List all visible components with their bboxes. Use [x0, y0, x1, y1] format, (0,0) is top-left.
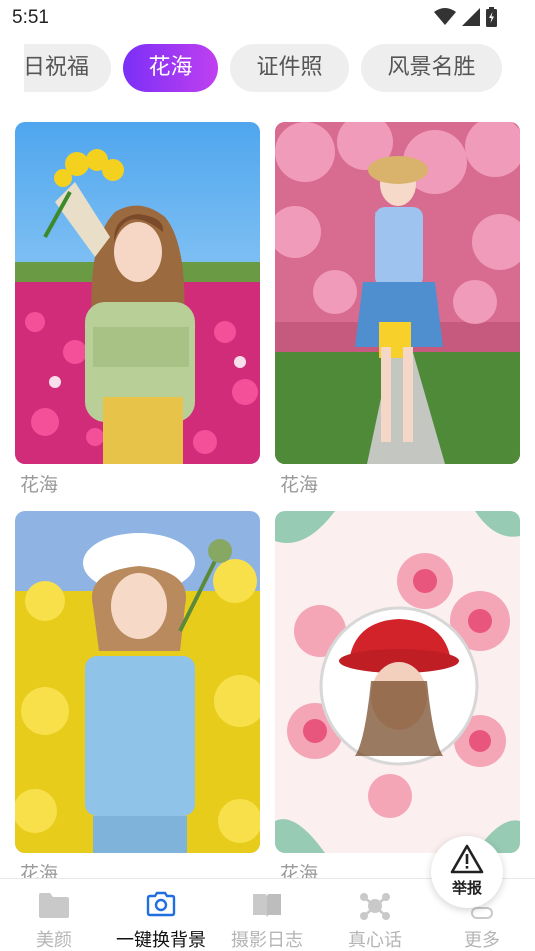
nav-label: 美颜 — [36, 930, 72, 951]
battery-icon — [486, 7, 497, 27]
category-tabs: 日祝福 花海 证件照 风景名胜 — [0, 44, 535, 94]
status-time: 5:51 — [12, 7, 49, 28]
nav-label: 真心话 — [348, 930, 402, 951]
book-icon — [253, 894, 281, 918]
nav-photo-journal[interactable]: 摄影日志 — [226, 879, 308, 951]
floral-frame-portrait-image — [275, 511, 520, 853]
more-icon — [471, 907, 493, 919]
template-thumbnail[interactable] — [275, 511, 520, 853]
molecule-icon — [360, 893, 390, 920]
tab-clip: 日祝福 — [24, 44, 111, 92]
template-caption: 花海 — [20, 474, 59, 496]
nav-label: 更多 — [464, 930, 500, 951]
cherry-blossom-girl-image — [275, 122, 520, 464]
report-button[interactable]: 举报 — [431, 836, 503, 908]
nav-label: 一键换背景 — [116, 930, 206, 951]
template-caption: 花海 — [280, 474, 319, 496]
rapeseed-field-girl-image — [15, 511, 260, 853]
tab-flower-sea[interactable]: 花海 — [123, 44, 218, 92]
tab-scenic-spots[interactable]: 风景名胜 — [361, 44, 502, 92]
camera-icon — [146, 891, 176, 917]
flower-field-girl-image — [15, 122, 260, 464]
tab-id-photo[interactable]: 证件照 — [230, 44, 349, 92]
status-icons — [434, 7, 497, 27]
wifi-icon — [434, 8, 456, 25]
template-thumbnail[interactable] — [275, 122, 520, 464]
nav-label: 摄影日志 — [231, 930, 303, 951]
tab-birthday-wishes[interactable]: 日祝福 — [24, 44, 111, 92]
report-label: 举报 — [451, 879, 482, 897]
nav-change-background[interactable]: 一键换背景 — [110, 879, 212, 951]
template-thumbnail[interactable] — [15, 122, 260, 464]
folder-icon — [39, 893, 69, 918]
nav-beauty[interactable]: 美颜 — [14, 879, 94, 951]
nav-truth[interactable]: 真心话 — [335, 879, 415, 951]
status-bar: 5:51 — [0, 0, 535, 36]
template-thumbnail[interactable] — [15, 511, 260, 853]
signal-icon — [462, 8, 480, 26]
warning-icon — [450, 844, 484, 874]
